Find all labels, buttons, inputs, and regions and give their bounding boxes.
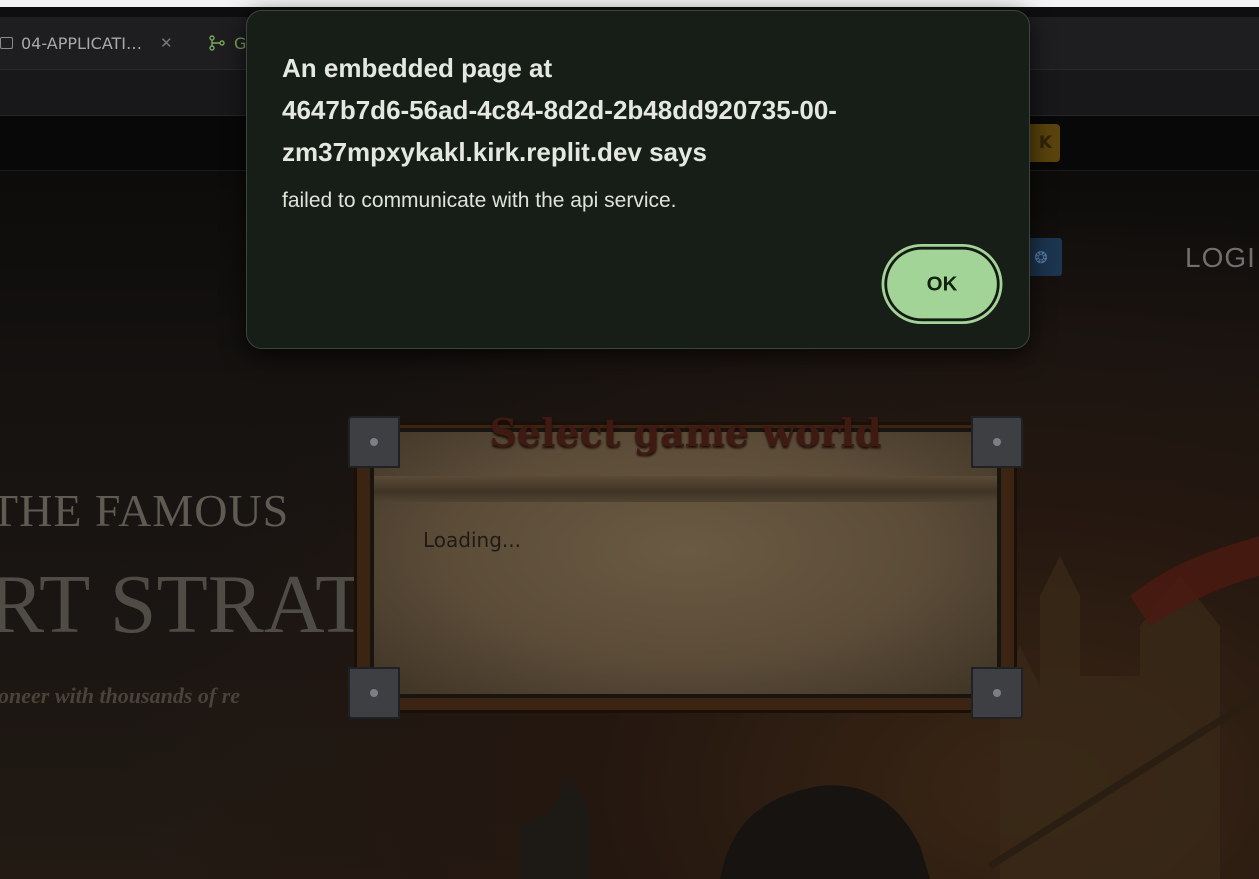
tab-label: G	[234, 33, 247, 53]
window-edge	[0, 0, 1259, 7]
hero-heading-small: THE FAMOUS	[0, 485, 290, 536]
ok-button[interactable]: OK	[887, 249, 997, 319]
knight-illustration	[520, 776, 930, 879]
dialog-title-line: An embedded page at	[282, 53, 553, 83]
alert-dialog: An embedded page at 4647b7d6-56ad-4c84-8…	[246, 10, 1030, 349]
panel-parchment	[370, 428, 1001, 698]
hero-heading-large: RT STRAT	[0, 558, 367, 651]
git-branch-icon	[209, 35, 225, 51]
dialog-title-line: 4647b7d6-56ad-4c84-8d2d-2b48dd920735-00-	[282, 95, 837, 125]
corner-rivet	[971, 667, 1023, 719]
loading-text: Loading...	[423, 528, 521, 552]
tab-applications[interactable]: 04-APPLICATI… ✕	[0, 17, 173, 69]
tab-label: 04-APPLICATI…	[21, 33, 143, 53]
dialog-message: failed to communicate with the api servi…	[282, 189, 677, 212]
close-icon[interactable]: ✕	[160, 34, 173, 52]
hero-tagline: oneer with thousands of re	[0, 683, 241, 708]
corner-rivet	[348, 667, 400, 719]
panel-title: Select game world	[489, 410, 882, 455]
globe-icon: ❂	[1034, 247, 1048, 267]
login-link[interactable]: LOGI	[1185, 242, 1256, 274]
dialog-title: An embedded page at 4647b7d6-56ad-4c84-8…	[282, 47, 982, 173]
folder-icon	[0, 37, 13, 49]
panel-band	[374, 476, 997, 502]
tab-git[interactable]: G	[208, 17, 246, 69]
world-select-panel: Select game world Loading...	[348, 410, 1023, 719]
dialog-title-line: zm37mpxykakl.kirk.replit.dev says	[282, 137, 707, 167]
